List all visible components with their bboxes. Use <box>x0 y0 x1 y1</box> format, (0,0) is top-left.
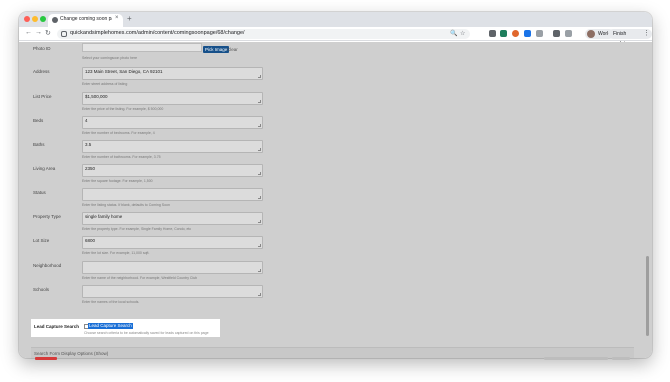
extension-icon[interactable] <box>536 30 543 37</box>
resize-handle-icon[interactable] <box>258 293 261 296</box>
minimize-window-button[interactable] <box>32 16 38 22</box>
browser-window: Change coming soon page | ... × + ← → ↻ … <box>19 12 652 358</box>
extension-icon[interactable] <box>512 30 519 37</box>
resize-handle-icon[interactable] <box>258 148 261 151</box>
lead-capture-search-row: Lead Capture Search Lead Capture Search … <box>31 319 220 337</box>
lead-capture-search-option[interactable]: Lead Capture Search <box>88 323 133 329</box>
resize-handle-icon[interactable] <box>258 244 261 247</box>
avatar <box>587 30 595 38</box>
dock-item <box>544 357 608 360</box>
schools-field[interactable] <box>82 285 263 298</box>
neighborhood-field[interactable] <box>82 261 263 274</box>
address-value: 123 Main Street, San Diego, CA 92101 <box>85 69 163 74</box>
baths-help: Enter the number of bathrooms. For examp… <box>82 155 161 159</box>
tab-active[interactable]: Change coming soon page | ... × <box>48 14 123 27</box>
photo-id-help: Select your comingsoon photo here <box>82 56 138 60</box>
living-area-field[interactable]: 2350 <box>82 164 263 177</box>
forward-button[interactable]: → <box>35 29 42 36</box>
status-help: Enter the listing status. If blank, defa… <box>82 203 170 207</box>
living-area-value: 2350 <box>85 166 96 171</box>
downloads-icon[interactable] <box>565 30 572 37</box>
property-type-value: single family home <box>85 214 123 219</box>
new-tab-button[interactable]: + <box>127 14 132 23</box>
back-button[interactable]: ← <box>25 29 32 36</box>
favicon-icon <box>52 17 58 23</box>
address-bar[interactable]: quickandsimplehomes.com/admin/content/co… <box>57 29 470 39</box>
scrollbar-thumb[interactable] <box>646 256 649 336</box>
resize-handle-icon[interactable] <box>258 75 261 78</box>
resize-handle-icon[interactable] <box>258 172 261 175</box>
list-price-help: Enter the price of the listing. For exam… <box>82 107 164 111</box>
photo-id-label: Photo ID <box>33 46 51 51</box>
address-field[interactable]: 123 Main Street, San Diego, CA 92101 <box>82 67 263 80</box>
living-area-help: Enter the square footage. For example, 1… <box>82 179 153 183</box>
browser-menu-icon[interactable]: ⋮ <box>643 29 650 37</box>
dock-item <box>35 357 57 360</box>
maximize-window-button[interactable] <box>40 16 46 22</box>
close-window-button[interactable] <box>24 16 30 22</box>
address-help: Enter street address of listing <box>82 82 128 86</box>
baths-field[interactable]: 3.5 <box>82 140 263 153</box>
resize-handle-icon[interactable] <box>258 100 261 103</box>
status-label: Status <box>33 190 46 195</box>
lead-capture-search-label: Lead Capture Search <box>34 324 80 329</box>
baths-label: Baths <box>33 142 45 147</box>
extension-icon[interactable] <box>524 30 531 37</box>
beds-label: Beds <box>33 118 44 123</box>
neighborhood-label: Neighborhood <box>33 263 62 268</box>
puzzle-icon[interactable] <box>553 30 560 37</box>
extension-icon[interactable] <box>500 30 507 37</box>
site-info-icon[interactable] <box>61 31 67 37</box>
pick-image-button[interactable]: Pick Image <box>203 46 230 53</box>
page-scrollbar[interactable] <box>646 46 650 354</box>
list-price-field[interactable]: $1,500,000 <box>82 92 263 105</box>
lot-size-field[interactable]: 6800 <box>82 236 263 249</box>
schools-label: Schools <box>33 287 50 292</box>
tab-bar: Change coming soon page | ... × + <box>19 12 652 27</box>
url-text[interactable]: quickandsimplehomes.com/admin/content/co… <box>70 30 245 36</box>
status-field[interactable] <box>82 188 263 201</box>
property-type-label: Property Type <box>33 214 61 219</box>
lot-size-value: 6800 <box>85 238 96 243</box>
reload-button[interactable]: ↻ <box>45 29 51 37</box>
lead-capture-search-help: Choose search criteria to be automatical… <box>84 331 209 335</box>
tab-close-icon[interactable]: × <box>115 15 119 21</box>
list-price-value: $1,500,000 <box>85 94 108 99</box>
browser-toolbar: ← → ↻ quickandsimplehomes.com/admin/cont… <box>19 27 652 47</box>
neighborhood-help: Enter the name of the neighborhood. For … <box>82 276 198 280</box>
lot-size-label: Lot Size <box>33 238 50 243</box>
clear-link[interactable]: Clear <box>227 47 238 52</box>
property-type-field[interactable]: single family home <box>82 212 263 225</box>
resize-handle-icon[interactable] <box>258 196 261 199</box>
beds-field[interactable]: 4 <box>82 116 263 129</box>
photo-id-field[interactable] <box>82 43 202 52</box>
schools-help: Enter the names of the local schools. <box>82 300 140 304</box>
beds-help: Enter the number of bedrooms. For exampl… <box>82 131 155 135</box>
zoom-icon[interactable]: 🔍 <box>450 30 457 37</box>
resize-handle-icon[interactable] <box>258 124 261 127</box>
resize-handle-icon[interactable] <box>258 220 261 223</box>
lot-size-help: Enter the lot size. For example, 11,000 … <box>82 251 150 255</box>
bookmark-star-icon[interactable]: ☆ <box>460 30 465 37</box>
tab-title: Change coming soon page | ... <box>60 16 112 22</box>
dock-item <box>612 357 630 360</box>
list-price-label: List Price <box>33 94 52 99</box>
living-area-label: Living Area <box>33 166 56 171</box>
resize-handle-icon[interactable] <box>258 269 261 272</box>
search-form-display-toggle[interactable]: Search Form Display Options (Show) <box>34 351 108 356</box>
property-type-help: Enter the property type. For example, Si… <box>82 227 192 231</box>
page-content: Photo ID Pick Image Clear Select your co… <box>19 42 652 358</box>
address-label: Address <box>33 69 50 74</box>
beds-value: 4 <box>85 118 88 123</box>
extension-icon[interactable] <box>489 30 496 37</box>
dock-edge <box>0 357 670 361</box>
baths-value: 3.5 <box>85 142 92 147</box>
